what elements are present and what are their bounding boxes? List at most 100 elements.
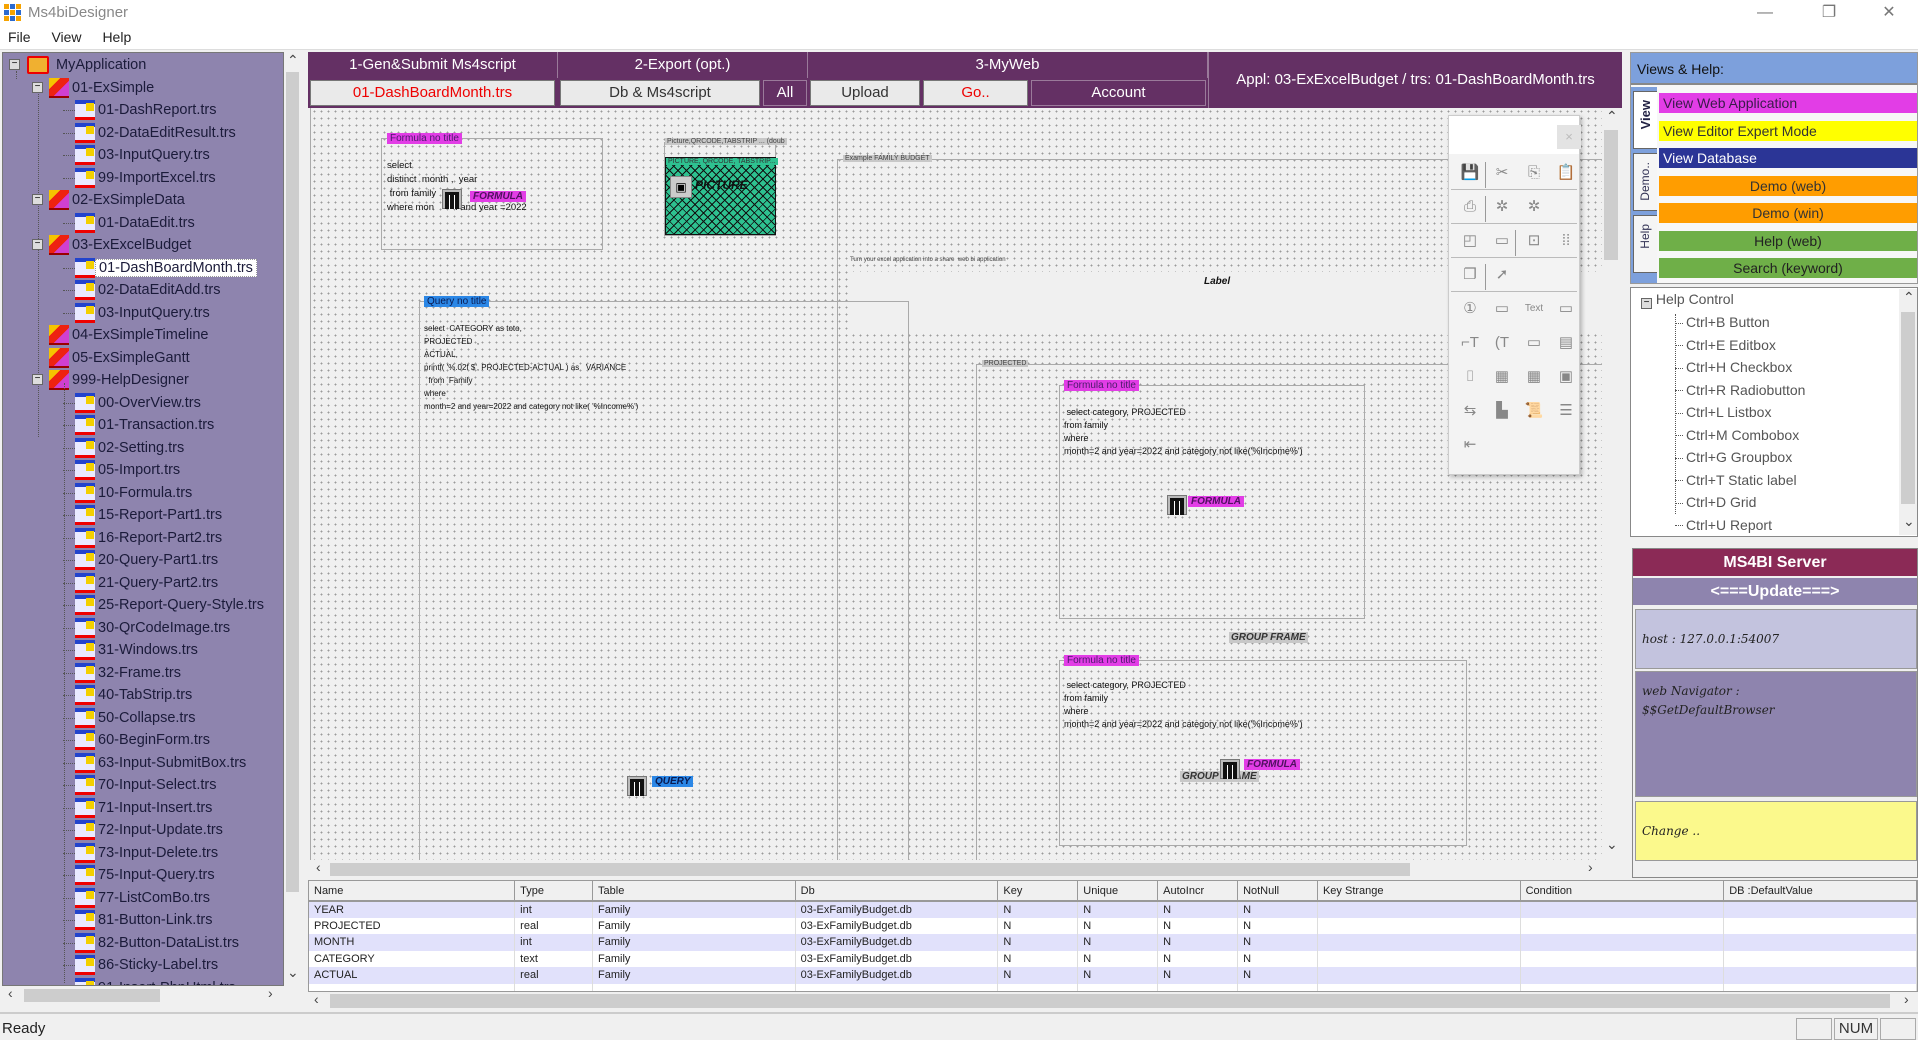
- table-cell[interactable]: N: [1237, 901, 1318, 918]
- tree-file[interactable]: 01-DashReport.trs: [57, 99, 219, 121]
- scroll-left-icon[interactable]: ‹: [316, 859, 321, 875]
- table-cell[interactable]: [1723, 934, 1917, 951]
- table-cell[interactable]: Family: [592, 934, 796, 951]
- table-cell[interactable]: Family: [592, 950, 796, 967]
- text-icon[interactable]: Text: [1523, 298, 1545, 320]
- table-row[interactable]: PROJECTED real Family 03-ExFamilyBudget.db N…: [309, 917, 1917, 934]
- change-button[interactable]: Change ..: [1635, 801, 1917, 861]
- help-control-item[interactable]: Ctrl+M Combobox: [1675, 427, 1799, 443]
- scroll-right-icon[interactable]: ›: [1588, 859, 1593, 875]
- tree-file[interactable]: 63-Input-SubmitBox.trs: [57, 752, 249, 774]
- help-control-root[interactable]: − Help Control: [1641, 291, 1734, 309]
- table-cell[interactable]: N: [1157, 934, 1239, 951]
- tree-folder[interactable]: − 02-ExSimpleData: [32, 189, 188, 211]
- query-control[interactable]: Query no title select CATEGORY as toto, …: [419, 296, 909, 860]
- collapse-icon[interactable]: −: [32, 239, 43, 250]
- table-cell[interactable]: 03-ExFamilyBudget.db: [795, 901, 999, 918]
- table-cell[interactable]: [1317, 901, 1521, 918]
- view-database-button[interactable]: View Database: [1659, 148, 1917, 168]
- copy-icon[interactable]: ⎘: [1523, 162, 1545, 184]
- table-cell[interactable]: [1317, 934, 1521, 951]
- close-button[interactable]: ✕: [1866, 0, 1912, 26]
- table-row[interactable]: MONTH int Family 03-ExFamilyBudget.db N N N N: [309, 934, 1917, 951]
- collapse-icon[interactable]: −: [1641, 298, 1652, 309]
- tree-file[interactable]: 60-BeginForm.trs: [57, 729, 213, 751]
- tree-file[interactable]: 00-OverView.trs: [57, 392, 204, 414]
- table-cell[interactable]: N: [1077, 917, 1159, 934]
- table-cell[interactable]: 03-ExFamilyBudget.db: [795, 917, 999, 934]
- table-cell[interactable]: [1723, 917, 1917, 934]
- help-control-item[interactable]: Ctrl+G Groupbox: [1675, 449, 1792, 465]
- scroll-up-icon[interactable]: ⌃: [287, 52, 299, 69]
- table-cell[interactable]: 03-ExFamilyBudget.db: [795, 934, 999, 951]
- go-button[interactable]: Go..: [923, 80, 1028, 106]
- server-host[interactable]: host : 127.0.0.1:54007: [1635, 609, 1917, 669]
- tree-file[interactable]: 86-Sticky-Label.trs: [57, 954, 221, 976]
- account-button[interactable]: Account: [1031, 80, 1206, 106]
- tree-file[interactable]: 21-Query-Part2.trs: [57, 572, 221, 594]
- project-tree[interactable]: − MyApplication − 01-ExSimple 01-DashRepor…: [2, 52, 284, 986]
- help-control-item[interactable]: Ctrl+R Radiobutton: [1675, 382, 1805, 398]
- button-icon[interactable]: ▭: [1491, 298, 1513, 320]
- table-cell[interactable]: PROJECTED: [309, 917, 516, 934]
- formula-icon[interactable]: ▙: [1491, 400, 1513, 422]
- table-cell[interactable]: N: [1077, 901, 1159, 918]
- current-trs-button[interactable]: 01-DashBoardMonth.trs: [310, 80, 555, 106]
- tab-export[interactable]: 2-Export (opt.): [558, 52, 808, 78]
- table-cell[interactable]: Family: [592, 967, 796, 984]
- tree-file[interactable]: 10-Formula.trs: [57, 482, 195, 504]
- tab-myweb[interactable]: 3-MyWeb: [808, 52, 1208, 78]
- tree-file[interactable]: 20-Query-Part1.trs: [57, 549, 221, 571]
- table-cell[interactable]: [1317, 967, 1521, 984]
- tree-hscroll-thumb[interactable]: [24, 989, 160, 1002]
- menu-view[interactable]: View: [43, 26, 90, 45]
- grid-icon[interactable]: ▦: [1491, 366, 1513, 388]
- tree-folder[interactable]: − 01-ExSimple: [32, 77, 157, 99]
- tree-folder[interactable]: 05-ExSimpleGantt: [33, 347, 193, 369]
- table-cell[interactable]: N: [997, 934, 1079, 951]
- table-row[interactable]: YEAR int Family 03-ExFamilyBudget.db N N N N: [309, 901, 1917, 918]
- minimize-button[interactable]: —: [1742, 0, 1788, 26]
- help-control-item[interactable]: Ctrl+B Button: [1675, 314, 1770, 330]
- table-row[interactable]: ACTUAL real Family 03-ExFamilyBudget.db N N N N: [309, 967, 1917, 984]
- column-header[interactable]: NotNull: [1237, 881, 1318, 902]
- column-header[interactable]: Unique: [1077, 881, 1159, 902]
- picture-control[interactable]: PICTURE, QRCODE, TABSTRIP... ▣ PICTURE: [665, 157, 778, 235]
- tree-file[interactable]: 02-DataEditAdd.trs: [57, 279, 224, 301]
- collapse-icon[interactable]: −: [32, 81, 43, 93]
- transaction-icon[interactable]: ⇆: [1459, 400, 1481, 422]
- table-cell[interactable]: N: [997, 901, 1079, 918]
- table-cell[interactable]: N: [1077, 967, 1159, 984]
- column-header[interactable]: Type: [514, 881, 594, 902]
- exit-icon[interactable]: ⇤: [1459, 434, 1481, 456]
- help-control-item[interactable]: Ctrl+L Listbox: [1675, 404, 1771, 420]
- frame-icon[interactable]: ▭: [1491, 230, 1513, 252]
- picture-frame[interactable]: Picture,QRCODE,TABSTRIP ... (doub PICTUR…: [664, 138, 787, 236]
- table-cell[interactable]: YEAR: [309, 901, 516, 918]
- table-cell[interactable]: N: [1077, 950, 1159, 967]
- help-web-button[interactable]: Help (web): [1659, 230, 1917, 251]
- grid-hscroll-thumb[interactable]: [330, 994, 1890, 1008]
- save-icon[interactable]: 💾: [1459, 162, 1481, 184]
- grid-dots-icon[interactable]: ⁞⁞: [1555, 230, 1577, 252]
- all-button[interactable]: All: [763, 80, 807, 106]
- table-cell[interactable]: N: [1237, 950, 1318, 967]
- db-script-button[interactable]: Db & Ms4script: [560, 80, 760, 106]
- table-cell[interactable]: [1317, 950, 1521, 967]
- listbox-icon[interactable]: ▤: [1555, 332, 1577, 354]
- radio-icon[interactable]: (T: [1491, 332, 1513, 354]
- table-cell[interactable]: N: [1237, 917, 1318, 934]
- tree-file[interactable]: 72-Input-Update.trs: [57, 819, 226, 841]
- menu-file[interactable]: File: [0, 26, 40, 45]
- groupbox-icon[interactable]: ⌷: [1459, 366, 1481, 388]
- table-cell[interactable]: [1520, 901, 1725, 918]
- tree-file[interactable]: 77-ListComBo.trs: [57, 887, 213, 909]
- database-icon[interactable]: ☰: [1555, 400, 1577, 422]
- combobox-icon[interactable]: ▭: [1523, 332, 1545, 354]
- toolbox-close-button[interactable]: ×: [1557, 125, 1581, 149]
- column-header[interactable]: Key: [997, 881, 1079, 902]
- canvas-scroll-thumb[interactable]: [1604, 130, 1618, 260]
- tree-file[interactable]: 01-Transaction.trs: [57, 414, 217, 436]
- layout-icon[interactable]: ◰: [1459, 230, 1481, 252]
- scroll-up-icon[interactable]: ⌃: [1606, 108, 1618, 125]
